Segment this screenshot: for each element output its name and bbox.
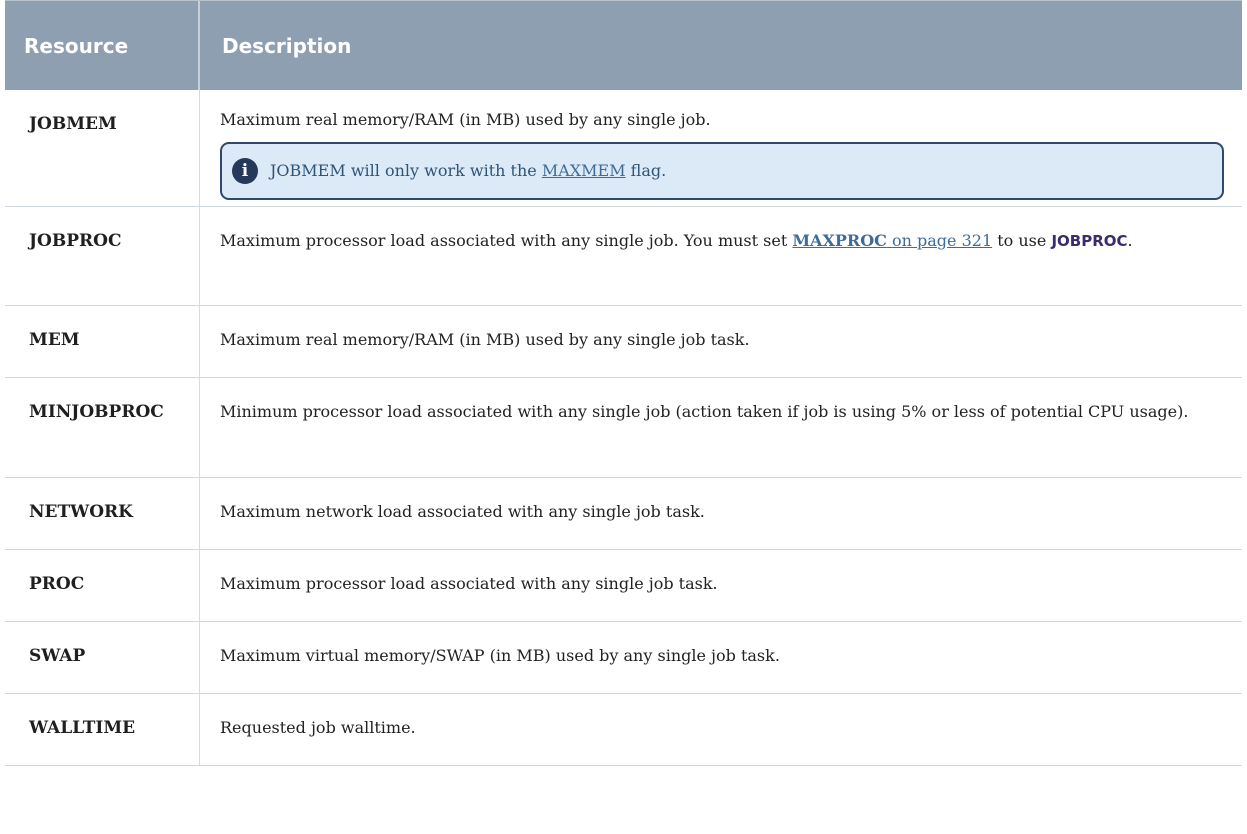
resource-description: Requested job walltime. [220, 718, 416, 737]
table-row: JOBPROC Maximum processor load associate… [5, 207, 1242, 306]
resource-name: WALLTIME [5, 694, 200, 765]
table-row: PROC Maximum processor load associated w… [5, 550, 1242, 622]
description-text: to use [992, 231, 1052, 250]
resource-description: Maximum virtual memory/SWAP (in MB) used… [220, 646, 780, 665]
table-row: MEM Maximum real memory/RAM (in MB) used… [5, 306, 1242, 378]
jobproc-keyword: JOBPROC [1051, 232, 1128, 250]
table-row: SWAP Maximum virtual memory/SWAP (in MB)… [5, 622, 1242, 694]
note-text-pre: JOBMEM will only work with the [270, 161, 542, 180]
resource-description: Maximum processor load associated with a… [220, 574, 718, 593]
resource-name: JOBPROC [5, 207, 200, 305]
description-text: Maximum real memory/RAM (in MB) used by … [220, 110, 711, 129]
resource-description: Maximum real memory/RAM (in MB) used by … [200, 90, 1242, 206]
table-row: MINJOBPROC Minimum processor load associ… [5, 378, 1242, 478]
resource-name: SWAP [5, 622, 200, 693]
resource-name: PROC [5, 550, 200, 621]
info-icon: i [232, 158, 258, 184]
description-text: Maximum processor load associated with a… [220, 231, 793, 250]
info-note: i JOBMEM will only work with the MAXMEM … [220, 142, 1224, 200]
resource-description: Maximum network load associated with any… [220, 502, 705, 521]
resource-description: Minimum processor load associated with a… [220, 402, 1189, 421]
resource-name: MINJOBPROC [5, 378, 200, 477]
maxmem-link[interactable]: MAXMEM [542, 161, 626, 180]
resource-name: JOBMEM [5, 90, 200, 206]
resource-description: Maximum processor load associated with a… [200, 207, 1242, 305]
maxproc-link-page: on page 321 [886, 231, 993, 250]
resource-name: MEM [5, 306, 200, 377]
resource-table: Resource Description JOBMEM Maximum real… [5, 0, 1242, 766]
maxproc-link-label: MAXPROC [792, 231, 887, 250]
header-resource: Resource [5, 1, 200, 90]
table-header: Resource Description [5, 1, 1242, 90]
table-row: WALLTIME Requested job walltime. [5, 694, 1242, 766]
description-text: . [1127, 231, 1133, 250]
table-row: JOBMEM Maximum real memory/RAM (in MB) u… [5, 90, 1242, 207]
note-text-post: flag. [625, 161, 667, 180]
maxproc-link[interactable]: MAXPROC on page 321 [792, 231, 992, 250]
resource-description: Maximum real memory/RAM (in MB) used by … [220, 330, 750, 349]
note-text: JOBMEM will only work with the MAXMEM fl… [270, 156, 666, 186]
resource-name: NETWORK [5, 478, 200, 549]
header-description: Description [222, 33, 352, 58]
table-row: NETWORK Maximum network load associated … [5, 478, 1242, 550]
